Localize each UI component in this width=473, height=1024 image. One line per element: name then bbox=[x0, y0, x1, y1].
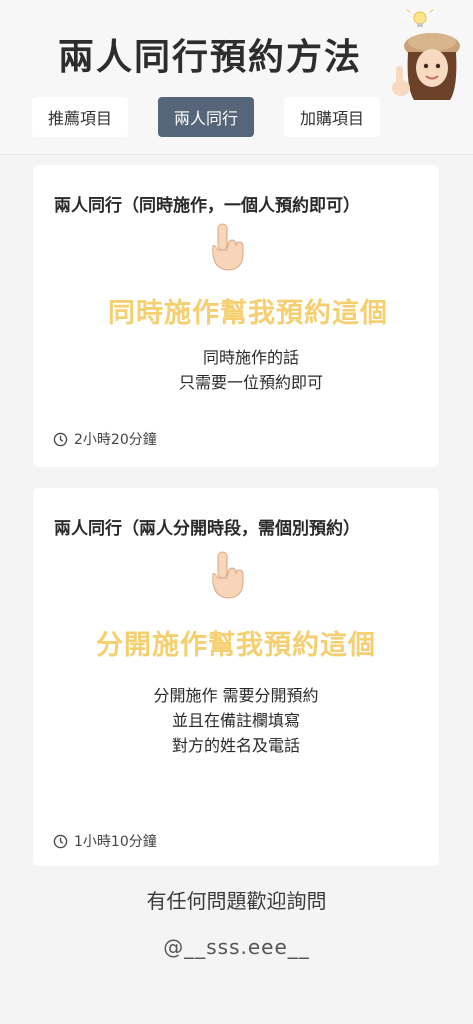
tab-add-ons[interactable]: 加購項目 bbox=[284, 97, 381, 137]
page: 兩人同行預約方法 推薦項目 兩人同行 加購項目 兩人同行（同時施作，一個人預約即… bbox=[0, 0, 473, 1024]
duration: 1小時10分鐘 bbox=[53, 831, 157, 851]
description-line: 只需要一位預約即可 bbox=[178, 373, 323, 392]
social-handle[interactable]: @__sss.eee__ bbox=[0, 935, 473, 959]
pointing-up-hand-icon bbox=[212, 223, 244, 271]
tab-recommended[interactable]: 推薦項目 bbox=[32, 97, 129, 137]
card-title: 兩人同行（兩人分開時段，需個別預約） bbox=[54, 519, 360, 539]
card-description: 分開施作 需要分開預約 並且在備註欄填寫 對方的姓名及電話 bbox=[33, 683, 439, 758]
description-line: 分開施作 需要分開預約 bbox=[153, 686, 319, 705]
description-line: 同時施作的話 bbox=[202, 348, 299, 367]
description-line: 並且在備註欄填寫 bbox=[171, 711, 300, 730]
duration-text: 2小時20分鐘 bbox=[74, 432, 157, 448]
page-title: 兩人同行預約方法 bbox=[58, 36, 363, 78]
contact-prompt: 有任何問題歡迎詢問 bbox=[146, 889, 327, 913]
booking-cta: 分開施作幫我預約這個 bbox=[96, 630, 376, 661]
tab-two-people[interactable]: 兩人同行 bbox=[158, 97, 255, 137]
card-description: 同時施作的話 只需要一位預約即可 bbox=[33, 345, 439, 395]
clock-icon bbox=[53, 432, 68, 446]
header: 兩人同行預約方法 推薦項目 兩人同行 加購項目 bbox=[0, 0, 473, 155]
card-title: 兩人同行（同時施作，一個人預約即可） bbox=[54, 196, 360, 216]
pointing-up-hand-icon bbox=[212, 551, 244, 599]
booking-cta: 同時施作幫我預約這個 bbox=[108, 298, 388, 329]
memoji-avatar-icon bbox=[392, 9, 460, 100]
description-line: 對方的姓名及電話 bbox=[171, 736, 300, 755]
tab-bar: 推薦項目 兩人同行 加購項目 bbox=[32, 97, 381, 137]
service-card[interactable]: 兩人同行（同時施作，一個人預約即可） 同時施作幫我預約這個 同時施作的話 只需要… bbox=[33, 165, 439, 467]
service-card[interactable]: 兩人同行（兩人分開時段，需個別預約） 分開施作幫我預約這個 分開施作 需要分開預… bbox=[33, 488, 439, 866]
duration: 2小時20分鐘 bbox=[53, 429, 157, 449]
duration-text: 1小時10分鐘 bbox=[74, 834, 157, 850]
clock-icon bbox=[53, 834, 68, 848]
